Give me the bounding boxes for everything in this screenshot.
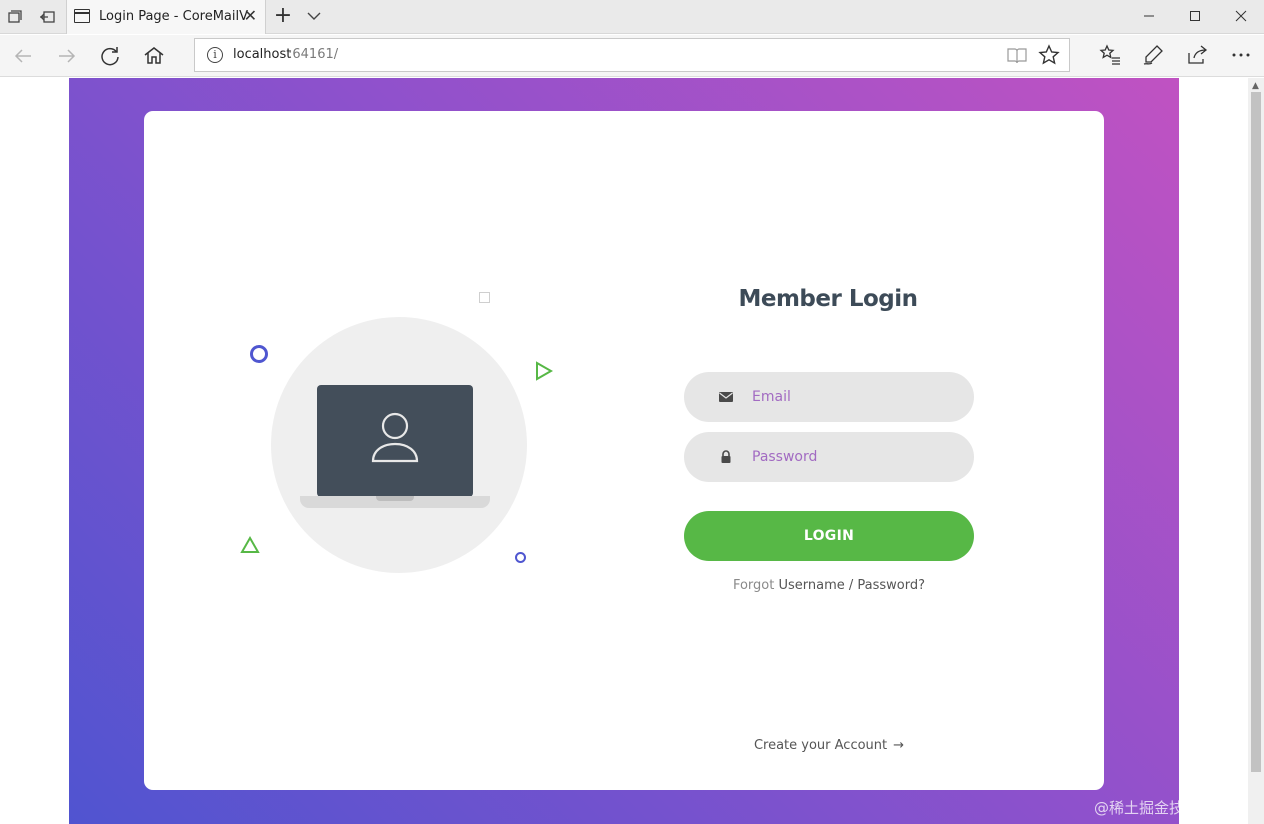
- forgot-credentials: Forgot Username / Password?: [684, 578, 974, 593]
- login-button[interactable]: LOGIN: [684, 511, 974, 561]
- new-tab-button[interactable]: +: [273, 4, 293, 28]
- forgot-link[interactable]: Username / Password?: [778, 578, 925, 593]
- favorites-list-icon[interactable]: [1097, 42, 1123, 68]
- forward-arrow-icon[interactable]: [54, 43, 80, 69]
- decor-ring-small: [515, 552, 526, 563]
- close-window-button[interactable]: [1218, 0, 1264, 32]
- create-account-link[interactable]: Create your Account →: [684, 738, 974, 753]
- pen-icon[interactable]: [1140, 42, 1166, 68]
- minimize-button[interactable]: [1126, 0, 1172, 32]
- decor-triangle-up: [240, 535, 260, 554]
- email-input[interactable]: [752, 372, 952, 422]
- login-card: Member Login LOGIN Forgot Username / Pas…: [144, 111, 1104, 790]
- browser-tab-bar: Login Page - CoreMailV ✕ +: [0, 0, 1264, 34]
- back-arrow-icon[interactable]: [10, 43, 36, 69]
- laptop-notch: [376, 496, 414, 501]
- active-tab[interactable]: Login Page - CoreMailV ✕: [66, 0, 266, 34]
- set-aside-icon[interactable]: [38, 8, 56, 26]
- password-input[interactable]: [752, 432, 952, 482]
- create-account-label[interactable]: Create your Account: [754, 738, 887, 753]
- home-icon[interactable]: [141, 43, 167, 69]
- reading-view-icon[interactable]: [1006, 47, 1028, 65]
- email-field[interactable]: [684, 372, 974, 422]
- share-icon[interactable]: [1184, 42, 1210, 68]
- tab-title: Login Page - CoreMailV: [99, 9, 249, 24]
- star-icon[interactable]: [1038, 44, 1060, 66]
- user-icon: [369, 411, 421, 465]
- scrollbar-thumb[interactable]: [1251, 92, 1261, 772]
- page-icon: [74, 9, 90, 23]
- forgot-prefix: Forgot: [732, 578, 775, 593]
- decor-square: [479, 292, 490, 303]
- info-icon[interactable]: i: [207, 47, 223, 63]
- chevron-down-icon[interactable]: [305, 7, 323, 25]
- tabs-aside-icon[interactable]: [6, 8, 24, 26]
- gradient-background: Member Login LOGIN Forgot Username / Pas…: [69, 78, 1179, 824]
- page-title: Member Login: [738, 286, 918, 312]
- page-viewport: Member Login LOGIN Forgot Username / Pas…: [0, 78, 1248, 824]
- password-field[interactable]: [684, 432, 974, 482]
- lock-icon: [718, 449, 734, 465]
- decor-ring-large: [250, 345, 268, 363]
- browser-nav-bar: i localhost :64161/: [0, 35, 1264, 77]
- address-port-path: :64161/: [288, 47, 339, 62]
- address-bar[interactable]: i localhost :64161/: [194, 38, 1070, 72]
- envelope-icon: [718, 389, 734, 405]
- vertical-scrollbar[interactable]: ▲: [1248, 78, 1264, 824]
- arrow-right-icon: →: [893, 738, 905, 753]
- more-icon[interactable]: [1228, 42, 1254, 68]
- watermark: @稀土掘金技术社区: [1094, 799, 1230, 817]
- refresh-icon[interactable]: [97, 43, 123, 69]
- close-tab-icon[interactable]: ✕: [244, 7, 257, 25]
- maximize-button[interactable]: [1172, 0, 1218, 32]
- address-host: localhost: [233, 47, 292, 62]
- decor-triangle-right: [535, 361, 554, 381]
- scroll-up-icon[interactable]: ▲: [1252, 81, 1259, 91]
